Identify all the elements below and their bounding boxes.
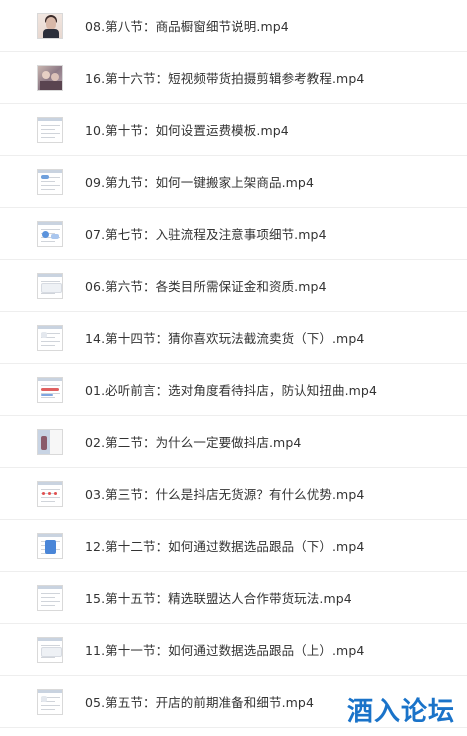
file-row[interactable]: 08.第八节：商品橱窗细节说明.mp4	[0, 0, 467, 52]
file-name[interactable]: 08.第八节：商品橱窗细节说明.mp4	[85, 16, 289, 35]
file-name[interactable]: 14.第十四节：猜你喜欢玩法截流卖货（下）.mp4	[85, 328, 364, 347]
file-row[interactable]: 01.必听前言：选对角度看待抖店，防认知扭曲.mp4	[0, 364, 467, 416]
video-thumbnail-icon	[37, 376, 63, 403]
video-thumbnail-icon	[37, 116, 63, 143]
file-row[interactable]: 06.第六节：各类目所需保证金和资质.mp4	[0, 260, 467, 312]
file-row[interactable]: 07.第七节：入驻流程及注意事项细节.mp4	[0, 208, 467, 260]
file-row[interactable]: 12.第十二节：如何通过数据选品跟品（下）.mp4	[0, 520, 467, 572]
video-thumbnail-icon	[37, 64, 63, 91]
watermark-text: 酒入论坛	[346, 697, 455, 727]
video-thumbnail-icon	[37, 584, 63, 611]
video-thumbnail-icon	[37, 688, 63, 715]
file-row[interactable]: 15.第十五节：精选联盟达人合作带货玩法.mp4	[0, 572, 467, 624]
video-thumbnail-icon	[37, 636, 63, 663]
video-thumbnail-icon	[37, 168, 63, 195]
file-row[interactable]: 10.第十节：如何设置运费模板.mp4	[0, 104, 467, 156]
file-name[interactable]: 01.必听前言：选对角度看待抖店，防认知扭曲.mp4	[85, 380, 377, 399]
video-thumbnail-icon	[37, 428, 63, 455]
file-row[interactable]: 16.第十六节：短视频带货拍摄剪辑参考教程.mp4	[0, 52, 467, 104]
file-name[interactable]: 15.第十五节：精选联盟达人合作带货玩法.mp4	[85, 588, 352, 607]
file-name[interactable]: 06.第六节：各类目所需保证金和资质.mp4	[85, 276, 327, 295]
file-row[interactable]: 03.第三节：什么是抖店无货源？有什么优势.mp4	[0, 468, 467, 520]
file-name[interactable]: 07.第七节：入驻流程及注意事项细节.mp4	[85, 224, 327, 243]
video-thumbnail-icon	[37, 272, 63, 299]
file-name[interactable]: 11.第十一节：如何通过数据选品跟品（上）.mp4	[85, 640, 364, 659]
file-name[interactable]: 02.第二节：为什么一定要做抖店.mp4	[85, 432, 301, 451]
video-thumbnail-icon	[37, 12, 63, 39]
file-name[interactable]: 10.第十节：如何设置运费模板.mp4	[85, 120, 289, 139]
video-thumbnail-icon	[37, 220, 63, 247]
video-thumbnail-icon	[37, 480, 63, 507]
file-name[interactable]: 05.第五节：开店的前期准备和细节.mp4	[85, 692, 314, 711]
file-row[interactable]: 02.第二节：为什么一定要做抖店.mp4	[0, 416, 467, 468]
file-name[interactable]: 09.第九节：如何一键搬家上架商品.mp4	[85, 172, 314, 191]
video-thumbnail-icon	[37, 532, 63, 559]
file-list: 08.第八节：商品橱窗细节说明.mp4 16.第十六节：短视频带货拍摄剪辑参考教程…	[0, 0, 467, 728]
file-name[interactable]: 03.第三节：什么是抖店无货源？有什么优势.mp4	[85, 484, 364, 503]
file-row[interactable]: 11.第十一节：如何通过数据选品跟品（上）.mp4	[0, 624, 467, 676]
video-thumbnail-icon	[37, 324, 63, 351]
file-row[interactable]: 09.第九节：如何一键搬家上架商品.mp4	[0, 156, 467, 208]
watermark-logo: 酒入论坛	[347, 691, 455, 728]
file-name[interactable]: 12.第十二节：如何通过数据选品跟品（下）.mp4	[85, 536, 364, 555]
file-row[interactable]: 14.第十四节：猜你喜欢玩法截流卖货（下）.mp4	[0, 312, 467, 364]
file-name[interactable]: 16.第十六节：短视频带货拍摄剪辑参考教程.mp4	[85, 68, 364, 87]
